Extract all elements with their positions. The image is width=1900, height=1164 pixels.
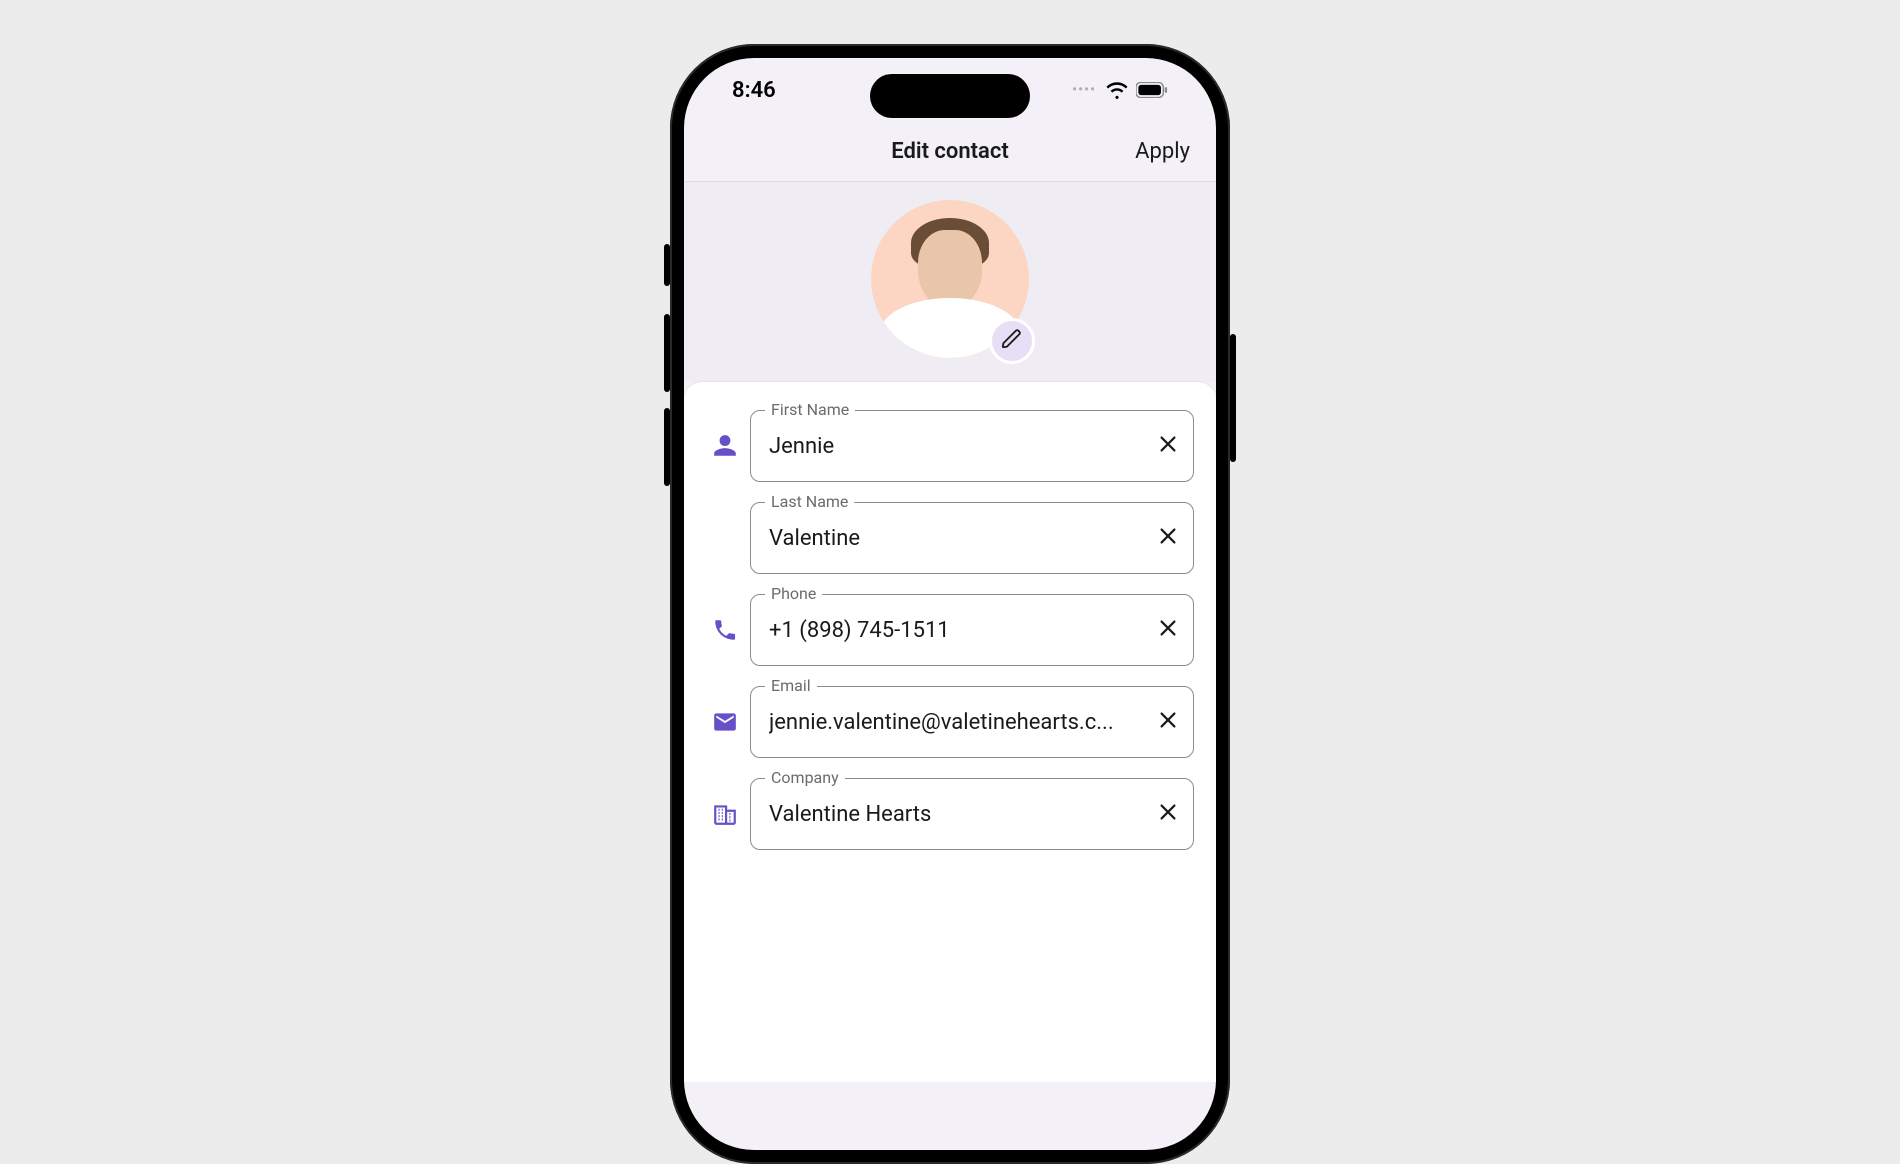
clear-company-button[interactable]	[1157, 801, 1179, 827]
email-field[interactable]: Email jennie.valentine@valetinehearts.c.…	[750, 686, 1194, 758]
dynamic-island	[870, 74, 1030, 118]
first-name-value: Jennie	[769, 434, 1139, 459]
email-label: Email	[765, 676, 817, 695]
screen: 8:46 ••••	[684, 58, 1216, 1150]
row-company: Company Valentine Hearts	[706, 778, 1194, 850]
row-first-name: First Name Jennie	[706, 410, 1194, 482]
clear-last-name-button[interactable]	[1157, 525, 1179, 551]
first-name-label: First Name	[765, 400, 855, 419]
row-email: Email jennie.valentine@valetinehearts.c.…	[706, 686, 1194, 758]
avatar-area	[684, 182, 1216, 382]
battery-icon	[1136, 82, 1168, 98]
company-label: Company	[765, 768, 845, 787]
apply-button[interactable]: Apply	[1135, 139, 1190, 164]
page-title: Edit contact	[891, 139, 1008, 164]
email-value: jennie.valentine@valetinehearts.c...	[769, 710, 1139, 735]
person-icon	[706, 433, 744, 459]
form-sheet: First Name Jennie Last Name Valentine	[684, 382, 1216, 1082]
phone-value: +1 (898) 745-1511	[769, 618, 1139, 643]
clear-phone-button[interactable]	[1157, 617, 1179, 643]
status-right: ••••	[1072, 81, 1168, 99]
side-button-power	[1230, 334, 1236, 462]
phone-frame: 8:46 ••••	[670, 44, 1230, 1164]
phone-label: Phone	[765, 584, 822, 603]
pencil-icon	[1001, 328, 1023, 354]
last-name-value: Valentine	[769, 526, 1139, 551]
last-name-label: Last Name	[765, 492, 854, 511]
last-name-field[interactable]: Last Name Valentine	[750, 502, 1194, 574]
row-last-name: Last Name Valentine	[706, 502, 1194, 574]
row-phone: Phone +1 (898) 745-1511	[706, 594, 1194, 666]
side-button-vol-down	[664, 408, 670, 486]
edit-avatar-button[interactable]	[989, 318, 1035, 364]
nav-bar: Edit contact Apply	[684, 122, 1216, 182]
email-icon	[706, 709, 744, 735]
status-time: 8:46	[732, 78, 776, 103]
side-button-silence	[664, 244, 670, 286]
phone-field[interactable]: Phone +1 (898) 745-1511	[750, 594, 1194, 666]
signal-dots-icon: ••••	[1072, 82, 1096, 98]
clear-first-name-button[interactable]	[1157, 433, 1179, 459]
first-name-field[interactable]: First Name Jennie	[750, 410, 1194, 482]
clear-email-button[interactable]	[1157, 709, 1179, 735]
side-button-vol-up	[664, 314, 670, 392]
company-icon	[706, 801, 744, 827]
phone-icon	[706, 617, 744, 643]
company-field[interactable]: Company Valentine Hearts	[750, 778, 1194, 850]
company-value: Valentine Hearts	[769, 802, 1139, 827]
wifi-icon	[1106, 81, 1128, 99]
